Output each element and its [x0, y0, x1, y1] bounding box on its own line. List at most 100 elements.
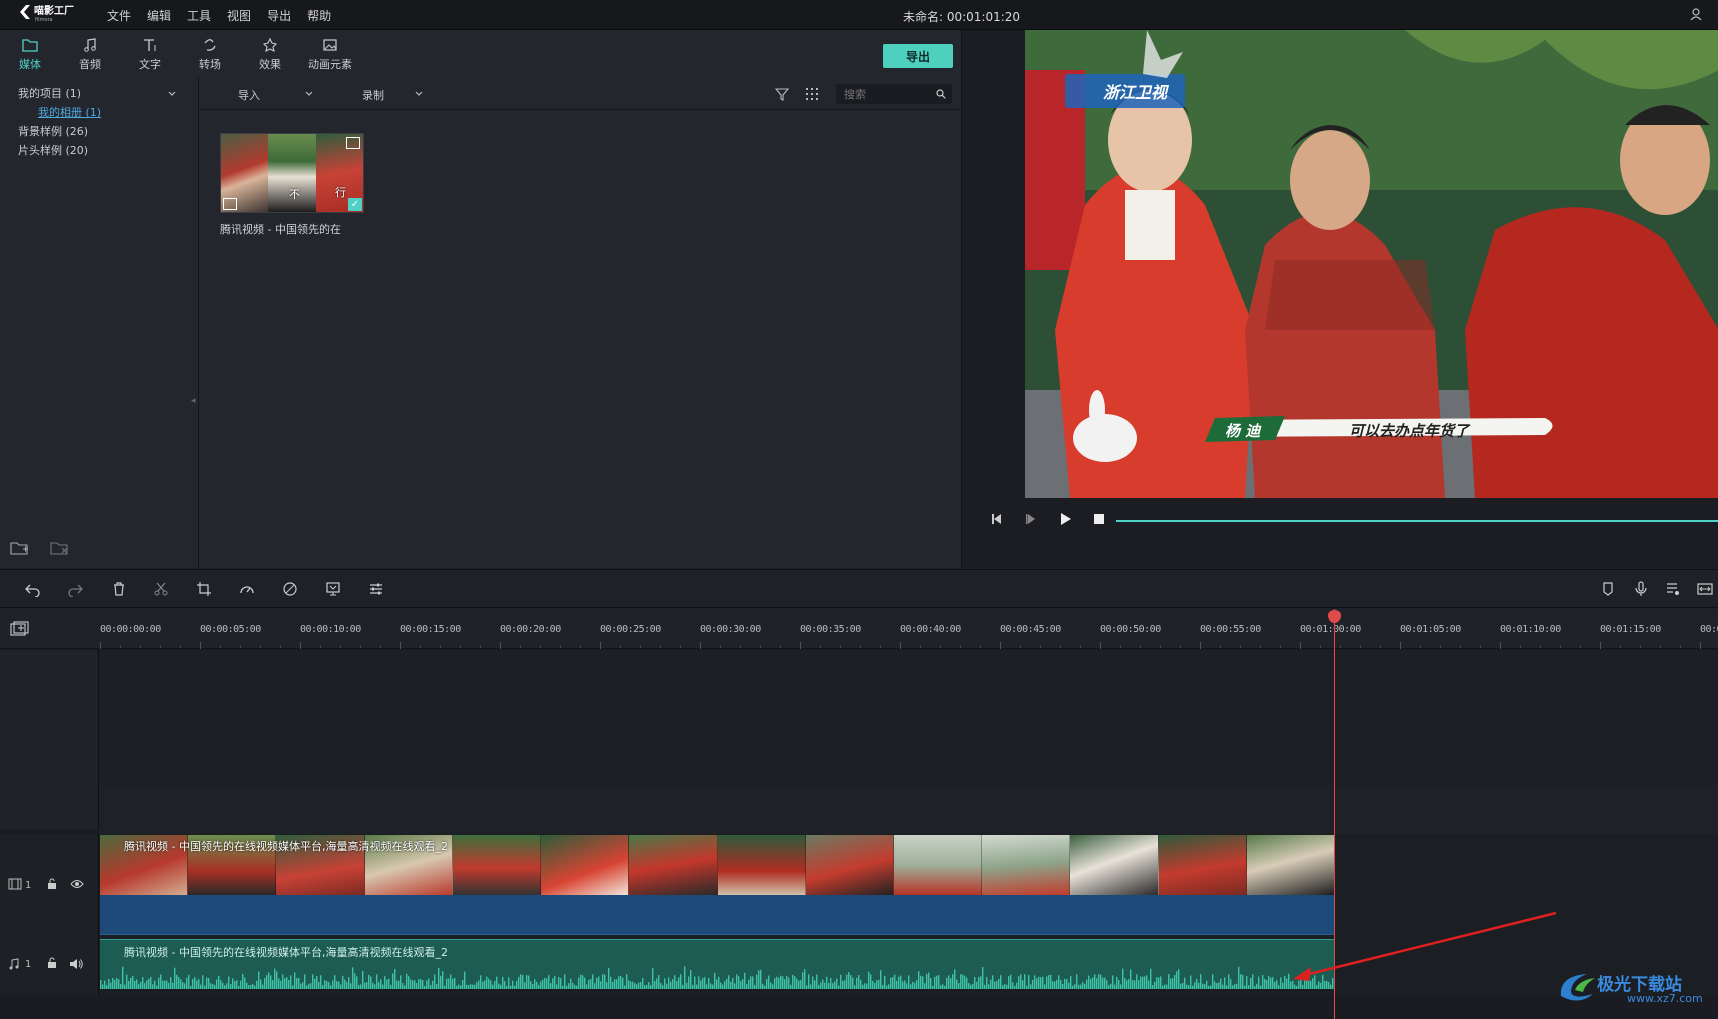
- menu-file[interactable]: 文件: [107, 7, 131, 24]
- import-dropdown[interactable]: 导入: [238, 87, 260, 103]
- waveform-bar: [172, 982, 174, 989]
- waveform-bar: [1192, 985, 1194, 989]
- search-icon[interactable]: [936, 89, 946, 99]
- delete-folder-icon[interactable]: [50, 540, 70, 556]
- ruler-minor-tick: [1060, 645, 1061, 648]
- waveform-bar: [412, 980, 414, 989]
- waveform-bar: [882, 984, 884, 989]
- new-folder-icon[interactable]: [10, 540, 30, 556]
- speed-icon[interactable]: [239, 581, 255, 597]
- import-chevron-icon[interactable]: [304, 90, 314, 98]
- waveform-bar: [954, 969, 956, 989]
- waveform-bar: [1124, 978, 1126, 989]
- waveform-bar: [342, 975, 344, 989]
- lock-icon[interactable]: [47, 878, 57, 890]
- filter-icon[interactable]: [775, 87, 789, 101]
- waveform-bar: [858, 975, 860, 989]
- chevron-down-icon[interactable]: [168, 90, 176, 98]
- waveform-bar: [1228, 974, 1230, 989]
- redo-icon[interactable]: [67, 581, 83, 597]
- logo-subtext: filmora: [35, 17, 53, 23]
- crop-icon[interactable]: [196, 581, 212, 597]
- tree-intro-samples[interactable]: 片头样例 (20): [0, 141, 198, 160]
- seek-bar[interactable]: [1116, 520, 1718, 522]
- video-clip-body[interactable]: [100, 895, 1335, 935]
- microphone-icon[interactable]: [1633, 581, 1649, 597]
- ruler-minor-tick: [340, 645, 341, 648]
- waveform-bar: [818, 984, 820, 989]
- menu-tools[interactable]: 工具: [187, 7, 211, 24]
- waveform-bar: [742, 979, 744, 989]
- tab-audio[interactable]: 音频: [60, 30, 120, 78]
- waveform-bar: [532, 983, 534, 989]
- tab-elements[interactable]: 动画元素: [300, 30, 360, 78]
- collapse-panel-icon[interactable]: ◂: [191, 396, 196, 406]
- video-clip[interactable]: 腾讯视频 - 中国领先的在线视频媒体平台,海量高清视频在线观看_2: [100, 835, 1335, 895]
- eye-icon[interactable]: [70, 879, 84, 889]
- audio-track-number: 1: [25, 959, 32, 970]
- next-frame-icon[interactable]: [1024, 512, 1038, 526]
- waveform-bar: [362, 970, 364, 989]
- time-ruler[interactable]: 00:00:00:00 00:00:05:00 00:00:10:00 00:00:1…: [0, 609, 1718, 649]
- waveform-bar: [764, 985, 766, 989]
- stop-icon[interactable]: [1092, 512, 1106, 526]
- tab-text[interactable]: 文字: [120, 30, 180, 78]
- waveform-bar: [996, 980, 998, 989]
- tab-effects[interactable]: 效果: [240, 30, 300, 78]
- clip-frame: [1070, 835, 1159, 895]
- record-dropdown[interactable]: 录制: [362, 87, 384, 103]
- waveform-bar: [1068, 982, 1070, 989]
- green-screen-icon[interactable]: [325, 581, 341, 597]
- add-track-icon[interactable]: [10, 621, 30, 637]
- grid-view-icon[interactable]: [805, 87, 819, 101]
- waveform-bar: [304, 974, 306, 989]
- ruler-minor-tick: [420, 645, 421, 648]
- lock-icon[interactable]: [47, 957, 57, 969]
- logo-mark-icon: [20, 5, 30, 19]
- tab-transition[interactable]: 转场: [180, 30, 240, 78]
- waveform-bar: [910, 984, 912, 989]
- tree-my-project[interactable]: 我的项目 (1): [0, 84, 198, 103]
- library-tabs: 媒体 音频 文字 转场 效果 动画元素: [0, 30, 360, 78]
- video-preview[interactable]: 浙江卫视 杨 迪 可以去办点年货了: [1025, 30, 1718, 498]
- export-button[interactable]: 导出: [883, 44, 953, 68]
- media-thumbnail[interactable]: 不 行 ✓: [220, 133, 364, 213]
- waveform-bar: [1066, 978, 1068, 989]
- clip-frame: [893, 835, 983, 895]
- waveform-bar: [128, 980, 130, 989]
- delete-icon[interactable]: [111, 581, 127, 597]
- speaker-icon[interactable]: [69, 958, 83, 970]
- tree-my-album[interactable]: 我的相册 (1): [0, 103, 198, 122]
- waveform-bar: [406, 973, 408, 989]
- undo-icon[interactable]: [25, 581, 41, 597]
- audio-clip[interactable]: 腾讯视频 - 中国领先的在线视频媒体平台,海量高清视频在线观看_2: [100, 939, 1335, 989]
- waveform-bar: [440, 975, 442, 989]
- adjust-icon[interactable]: [368, 581, 384, 597]
- menu-view[interactable]: 视图: [227, 7, 251, 24]
- menu-export[interactable]: 导出: [267, 7, 291, 24]
- color-icon[interactable]: [282, 581, 298, 597]
- search-input[interactable]: [836, 84, 926, 104]
- waveform-bar: [116, 977, 118, 989]
- cut-icon[interactable]: [153, 581, 169, 597]
- tree-background-samples[interactable]: 背景样例 (26): [0, 122, 198, 141]
- fit-timeline-icon[interactable]: [1697, 581, 1713, 597]
- waveform-bar: [1248, 985, 1250, 989]
- user-icon[interactable]: [1690, 8, 1702, 21]
- menu-help[interactable]: 帮助: [307, 7, 331, 24]
- waveform-bar: [268, 972, 270, 989]
- prev-frame-icon[interactable]: [990, 512, 1004, 526]
- waveform-bar: [708, 977, 710, 989]
- waveform-bar: [694, 976, 696, 989]
- voiceover-list-icon[interactable]: [1665, 581, 1681, 597]
- waveform-bar: [458, 984, 460, 989]
- waveform-bar: [646, 984, 648, 989]
- waveform-bar: [898, 976, 900, 989]
- tab-media[interactable]: 媒体: [0, 30, 60, 78]
- play-icon[interactable]: [1058, 512, 1072, 526]
- waveform-bar: [152, 984, 154, 989]
- media-caption: 腾讯视频 - 中国领先的在: [220, 223, 341, 236]
- menu-edit[interactable]: 编辑: [147, 7, 171, 24]
- record-chevron-icon[interactable]: [414, 90, 424, 98]
- marker-icon[interactable]: [1600, 581, 1616, 597]
